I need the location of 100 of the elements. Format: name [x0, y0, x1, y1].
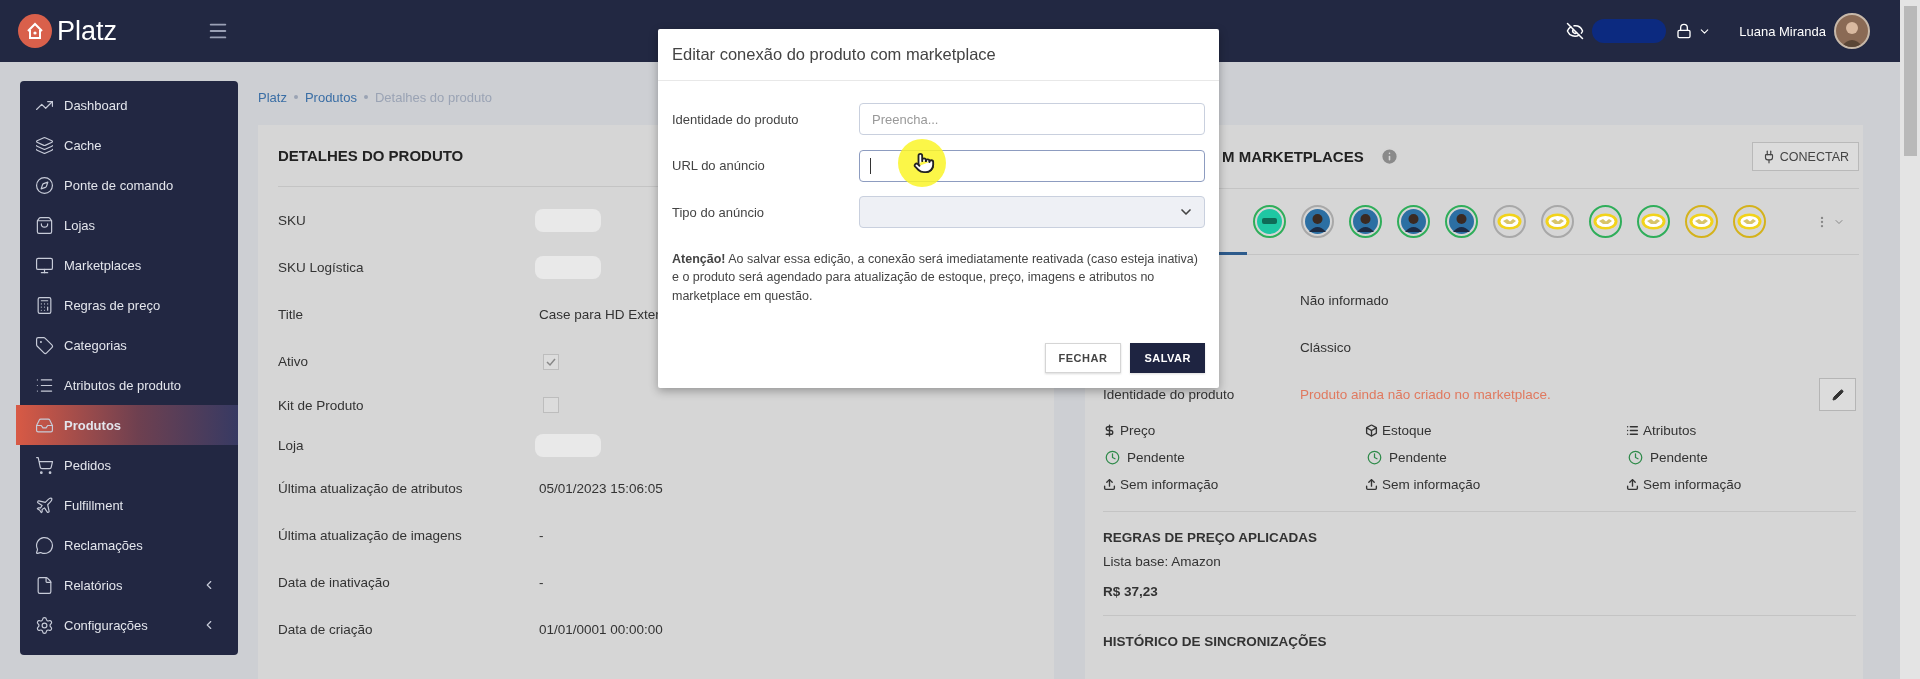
marketplace-tab[interactable] — [1445, 205, 1478, 238]
price-value: R$ 37,23 — [1103, 584, 1159, 599]
marketplace-tab[interactable] — [1349, 205, 1382, 238]
sync-info: Sem informação — [1382, 477, 1481, 492]
sidebar-item[interactable]: Relatórios — [20, 565, 238, 605]
card-title: M MARKETPLACES — [1222, 148, 1364, 165]
checkbox[interactable] — [543, 353, 559, 370]
sidebar-item[interactable]: Categorias — [20, 325, 238, 365]
field-label: Última atualização de imagens — [278, 528, 463, 543]
base-list-text: Lista base: Amazon — [1103, 554, 1222, 569]
upload-icon — [1626, 478, 1639, 491]
nav-icon — [35, 215, 54, 235]
sidebar-item[interactable]: Atributos de produto — [20, 365, 238, 405]
avatar-icon — [1401, 209, 1426, 234]
nav-icon — [35, 175, 54, 195]
sidebar-item[interactable]: Regras de preço — [20, 285, 238, 325]
upload-icon — [1365, 478, 1378, 491]
sidebar-item[interactable]: Reclamações — [20, 525, 238, 565]
sidebar-item[interactable]: Pedidos — [20, 445, 238, 485]
card-title: DETALHES DO PRODUTO — [278, 147, 464, 164]
field-label: Data de criação — [278, 622, 374, 637]
field-value: Não informado — [1300, 293, 1389, 308]
sidebar-item[interactable]: Produtos — [16, 405, 238, 445]
connect-button[interactable]: CONECTAR — [1751, 142, 1859, 171]
avatar-icon — [1305, 209, 1330, 234]
breadcrumb-link[interactable]: Platz — [258, 89, 287, 105]
b2w-logo-icon — [1257, 209, 1282, 234]
nav-icon — [35, 335, 54, 355]
close-button[interactable]: FECHAR — [1044, 343, 1122, 373]
sidebar-item[interactable]: Cache — [20, 125, 238, 165]
sidebar-item[interactable]: Fulfillment — [20, 485, 238, 525]
sync-type-icon — [1365, 424, 1378, 437]
save-button[interactable]: SALVAR — [1130, 343, 1205, 373]
nav-icon — [35, 135, 54, 155]
field-value: 05/01/2023 15:06:05 — [539, 481, 663, 496]
field-label: Ativo — [278, 354, 309, 369]
logo-icon — [18, 14, 52, 48]
sync-info: Sem informação — [1643, 477, 1742, 492]
upload-icon — [1103, 478, 1116, 491]
marketplace-tab[interactable] — [1301, 205, 1334, 238]
clock-icon — [1628, 450, 1643, 465]
text-caret — [870, 157, 871, 174]
user-name: Luana Miranda — [1739, 23, 1826, 39]
field-label: Kit de Produto — [278, 397, 365, 413]
edit-button[interactable] — [1819, 378, 1856, 411]
eye-off-icon[interactable] — [1566, 22, 1585, 40]
field-label: URL do anúncio — [672, 158, 766, 174]
nav-icon — [35, 255, 54, 275]
checkbox[interactable] — [543, 397, 559, 413]
select-field[interactable] — [859, 196, 1205, 229]
field-value: - — [539, 528, 544, 543]
sync-title: Preço — [1120, 423, 1156, 438]
field-label: Title — [278, 307, 304, 322]
nav-icon — [35, 575, 54, 595]
sidebar-item[interactable]: Marketplaces — [20, 245, 238, 285]
tab-indicator — [1219, 252, 1247, 255]
sidebar-item[interactable]: Dashboard — [20, 85, 238, 125]
field-value: Clássico — [1300, 340, 1351, 355]
clock-icon — [1105, 450, 1120, 465]
field-label: Identidade do produto — [672, 111, 800, 127]
marketplace-tab[interactable] — [1397, 205, 1430, 238]
scrollbar[interactable] — [1900, 0, 1920, 679]
marketplace-tab[interactable] — [1253, 205, 1286, 238]
sidebar-item[interactable]: Configurações — [20, 605, 238, 645]
sync-type-icon — [1103, 424, 1116, 437]
clock-icon — [1367, 450, 1382, 465]
sync-title: Atributos — [1643, 423, 1697, 438]
pencil-icon — [1831, 388, 1844, 401]
hand-cursor-icon — [913, 152, 935, 174]
breadcrumb-link[interactable]: Produtos — [304, 89, 357, 105]
brand-name: Platz — [57, 15, 119, 47]
nav-icon — [35, 615, 54, 635]
text-input[interactable]: Preencha... — [859, 103, 1205, 136]
field-label: Data de inativação — [278, 575, 391, 590]
sync-status: Pendente — [1650, 450, 1708, 465]
field-label: Identidade do produto — [1103, 387, 1236, 402]
breadcrumb-separator — [363, 95, 368, 99]
field-label: Tipo do anúncio — [672, 204, 766, 220]
sidebar-item[interactable]: Ponte de comando — [20, 165, 238, 205]
nav-icon — [35, 535, 54, 555]
field-label: SKU — [278, 213, 307, 228]
sync-info: Sem informação — [1120, 477, 1219, 492]
sync-title: Estoque — [1382, 423, 1432, 438]
nav-icon — [35, 295, 54, 315]
avatar-icon — [1449, 209, 1474, 234]
field-label: Loja — [278, 437, 305, 453]
nav-icon — [35, 455, 54, 475]
sync-type-icon — [1626, 424, 1639, 437]
avatar-icon — [1353, 209, 1378, 234]
field-value: Case para HD Exter — [539, 307, 660, 322]
field-value: - — [539, 575, 544, 590]
field-value: 01/01/0001 00:00:00 — [539, 622, 663, 637]
field-label: SKU Logística — [278, 260, 365, 275]
section-title: REGRAS DE PREÇO APLICADAS — [1103, 530, 1319, 545]
notice-text: Atenção! Ao salvar essa edição, a conexão será imediatamente reativada (caso esteja inativa) e o produto será agendado para atualização de estoque, preço, imagens e atributos no marketplace em questão. — [672, 250, 1199, 305]
user-avatar[interactable] — [1834, 13, 1870, 49]
section-title: HISTÓRICO DE SINCRONIZAÇÕES — [1103, 634, 1328, 649]
sync-status: Pendente — [1127, 450, 1185, 465]
dialog-title: Editar conexão do produto com marketplace — [672, 45, 996, 64]
sidebar-item[interactable]: Lojas — [20, 205, 238, 245]
